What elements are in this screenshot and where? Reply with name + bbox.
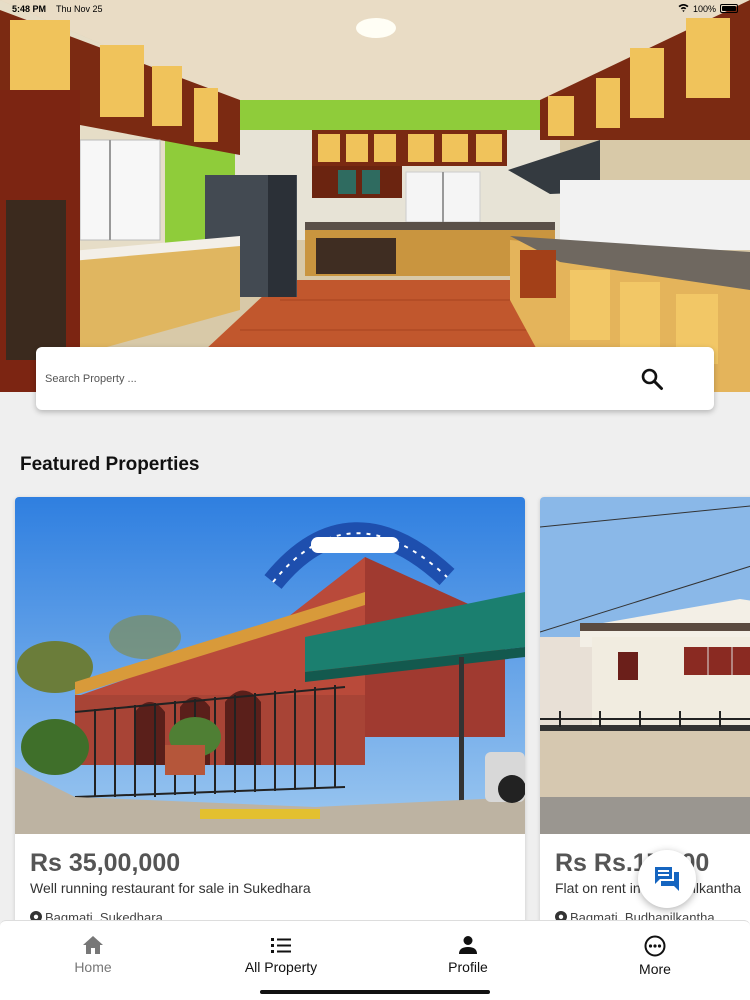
home-indicator [260, 990, 490, 994]
nav-all-property[interactable]: All Property [221, 935, 341, 975]
restaurant-building-image [15, 497, 525, 834]
battery-percentage: 100% [692, 3, 716, 14]
nav-profile[interactable]: Profile [408, 935, 528, 975]
nav-all-property-label: All Property [244, 959, 318, 975]
status-indicators: 100% [678, 3, 738, 14]
chat-icon [655, 867, 679, 891]
search-bar [36, 347, 714, 410]
hero-kitchen-image [0, 0, 750, 392]
battery-icon [720, 4, 738, 13]
person-icon [459, 936, 477, 954]
status-bar: 5:48 PM Thu Nov 25 100% [0, 0, 750, 18]
search-input[interactable] [45, 363, 605, 394]
nav-home-label: Home [74, 959, 112, 975]
more-icon [644, 935, 666, 957]
search-button[interactable] [638, 365, 666, 393]
nav-more[interactable]: More [595, 935, 715, 977]
card-price: Rs 35,00,000 [30, 849, 181, 877]
house-image [540, 497, 750, 834]
card-description: Well running restaurant for sale in Suke… [30, 880, 311, 896]
status-date: Thu Nov 25 [56, 4, 103, 14]
search-icon [641, 368, 663, 390]
nav-home[interactable]: Home [33, 935, 153, 975]
list-icon [271, 938, 291, 953]
property-card[interactable]: Rs 35,00,000 Well running restaurant for… [15, 497, 525, 927]
status-time: 5:48 PM [12, 4, 47, 14]
chat-button[interactable] [638, 850, 696, 908]
nav-profile-label: Profile [448, 959, 488, 975]
home-icon [83, 936, 103, 954]
nav-more-label: More [639, 961, 671, 977]
featured-properties-title: Featured Properties [20, 454, 200, 475]
wifi-icon [678, 3, 689, 14]
bottom-navigation: Home All Property Profile More [0, 920, 750, 1000]
